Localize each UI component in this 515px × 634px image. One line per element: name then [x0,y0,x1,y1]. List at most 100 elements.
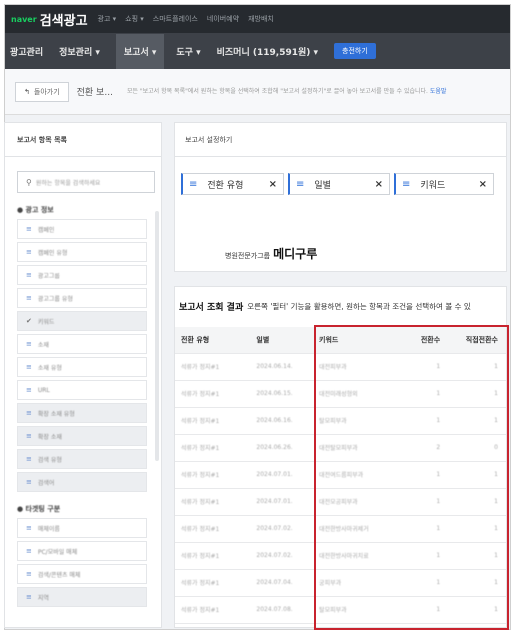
cell-conversion-type: 석류가 정지#1 [175,380,251,408]
sidebar-search-input[interactable]: ⚲ 원하는 항목을 검색하세요 [17,171,155,193]
back-button[interactable]: ↰ 돌아가기 [15,81,69,102]
sidebar-item[interactable]: ≡ 검색 유형 [17,449,147,469]
table-row[interactable]: 석류가 정지#1 2024.07.08. 탈모피부과 1 1 [175,596,506,624]
column-header-direct-conversions[interactable]: 직접전환수 [448,327,506,354]
table-row[interactable]: 석류가 정지#1 2024.06.26. 대전탈모피부과 2 0 [175,434,506,462]
cell-date: 2024.07.02. [250,542,314,570]
cell-date: 2024.06.14. [250,353,314,381]
sidebar-header: 보고서 항목 목록 [5,123,161,157]
sidebar-item[interactable]: ≡ 캠페인 유형 [17,242,147,262]
table-row[interactable]: 석류가 정지#1 2024.06.14. 대전피부과 1 1 [175,353,506,381]
drag-handle-icon[interactable]: ≡ [402,179,410,190]
chip-label: 키워드 [420,180,446,191]
cell-direct-conversions: 1 [448,461,506,489]
filter-chip-daily[interactable]: ≡ 일별 × [288,173,390,195]
top-bar: naver 검색광고 광고 ▾ 쇼핑 ▾ 스마트플레이스 네이버예약 재방배치 [5,5,510,33]
sidebar-item-keyword[interactable]: ✔ 키워드 [17,311,147,331]
close-icon[interactable]: × [375,179,383,190]
sidebar-item[interactable]: ≡ 광고그룹 유형 [17,288,147,308]
sidebar-item[interactable]: ≡ 검색/콘텐츠 매체 [17,564,147,584]
sidebar-item[interactable]: ≡ 확장 소재 유형 [17,403,147,423]
drag-handle-icon: ≡ [26,294,32,302]
table-row[interactable]: 석류가 정지#1 2024.07.02. 대전한방사마귀제거 1 1 [175,515,506,543]
column-header-conversion-type[interactable]: 전환 유형 [175,327,251,354]
cell-keyword: 대전여드름피부과 [313,461,409,489]
sidebar-item[interactable]: ≡ 소재 [17,334,147,354]
topnav-extra[interactable]: 재방배치 [248,14,274,24]
drag-handle-icon: ≡ [26,363,32,371]
topnav-ad[interactable]: 광고 ▾ [98,14,117,24]
sidebar-item[interactable]: ≡ 확장 소재 [17,426,147,446]
brand-subtitle: 병원전문가그룹 [225,252,271,260]
nav-info-management[interactable]: 정보관리 ▾ [59,45,100,58]
cell-keyword: 탈모피부과 [313,596,409,624]
cell-conversions: 1 [408,596,449,624]
cell-direct-conversions: 1 [448,515,506,543]
app-logo[interactable]: 검색광고 [40,10,88,29]
cell-conversions: 1 [408,461,449,489]
drag-handle-icon: ≡ [26,570,32,578]
drag-handle-icon[interactable]: ≡ [189,179,197,190]
cell-date: 2024.07.08. [250,596,314,624]
cell-conversion-type: 석류가 정지#1 [175,515,251,543]
table-row[interactable]: 석류가 정지#1 2024.06.16. 탈모피부과 1 1 [175,407,506,435]
topnav-shopping[interactable]: 쇼핑 ▾ [125,14,144,24]
sidebar-item[interactable]: ≡ 캠페인 [17,219,147,239]
cell-direct-conversions: 1 [448,542,506,570]
filter-chip-conversion-type[interactable]: ≡ 전환 유형 × [181,173,284,195]
cell-keyword: 탈모피부과 [313,407,409,435]
sidebar-item[interactable]: ≡ URL [17,380,147,400]
help-link[interactable]: 도움말 [430,88,447,95]
cell-date: 2024.06.16. [250,407,314,435]
sidebar-scrollbar[interactable] [155,211,159,461]
sidebar-item[interactable]: ≡ 검색어 [17,472,147,492]
sidebar-item[interactable]: ≡ 광고그룹 [17,265,147,285]
report-results-panel: 보고서 조회 결과 오른쪽 '필터' 기능을 활용하면, 원하는 항목과 조건을… [174,286,507,628]
nav-ad-management[interactable]: 광고관리 [10,45,43,58]
close-icon[interactable]: × [479,179,487,190]
table-row[interactable]: 석류가 정지#1 2024.07.01. 대전여드름피부과 1 1 [175,461,506,489]
cell-direct-conversions: 1 [448,407,506,435]
sidebar-item[interactable]: ≡ 지역 [17,587,147,607]
sidebar-item[interactable]: ≡ 매체이름 [17,518,147,538]
cell-direct-conversions: 1 [448,596,506,624]
cell-keyword: 대전피부과 [313,353,409,381]
column-header-conversions[interactable]: 전환수 [408,327,449,354]
naver-logo: naver [11,14,37,24]
results-table: 전환 유형 일별 키워드 전환수 직접전환수 석류가 정지#1 2024.06.1… [175,327,506,624]
column-header-keyword[interactable]: 키워드 [313,327,409,354]
brand-watermark: 병원전문가그룹 메디구루 [225,245,317,262]
cell-keyword: 대전한방사마귀치료 [313,542,409,570]
cell-keyword: 대전탈모피부과 [313,434,409,462]
table-row[interactable]: 석류가 정지#1 2024.07.01. 대전모공피부과 1 1 [175,488,506,516]
drag-handle-icon: ≡ [26,524,32,532]
topnav-booking[interactable]: 네이버예약 [207,14,239,24]
drag-handle-icon: ≡ [26,386,32,394]
sidebar-item[interactable]: ≡ 소재 유형 [17,357,147,377]
brand-name: 메디구루 [273,247,318,261]
nav-tools[interactable]: 도구 ▾ [176,45,200,58]
drag-handle-icon: ≡ [26,547,32,555]
cell-date: 2024.06.15. [250,380,314,408]
table-row[interactable]: 석류가 정지#1 2024.07.04. 궁피부과 1 1 [175,569,506,597]
cell-date: 2024.07.01. [250,488,314,516]
results-description: 오른쪽 '필터' 기능을 활용하면, 원하는 항목과 조건을 선택하여 볼 수 … [247,301,471,311]
cell-date: 2024.07.02. [250,515,314,543]
nav-bizmoney[interactable]: 비즈머니 (119,591원) ▾ [217,45,318,58]
cell-date: 2024.07.01. [250,461,314,489]
cell-conversions: 2 [408,434,449,462]
topnav-smartplace[interactable]: 스마트플레이스 [153,14,198,24]
filter-chip-keyword[interactable]: ≡ 키워드 × [394,173,494,195]
cell-date: 2024.06.26. [250,434,314,462]
sidebar-item[interactable]: ≡ PC/모바일 매체 [17,541,147,561]
charge-button[interactable]: 충전하기 [334,43,376,59]
cell-conversions: 1 [408,542,449,570]
close-icon[interactable]: × [269,179,277,190]
table-row[interactable]: 석류가 정지#1 2024.06.15. 대전미래성형외 1 1 [175,380,506,408]
drag-handle-icon[interactable]: ≡ [296,179,304,190]
cell-keyword: 대전모공피부과 [313,488,409,516]
table-row[interactable]: 석류가 정지#1 2024.07.02. 대전한방사마귀치료 1 1 [175,542,506,570]
drag-handle-icon: ≡ [26,455,32,463]
column-header-date[interactable]: 일별 [250,327,314,354]
nav-report[interactable]: 보고서 ▾ [115,33,165,69]
